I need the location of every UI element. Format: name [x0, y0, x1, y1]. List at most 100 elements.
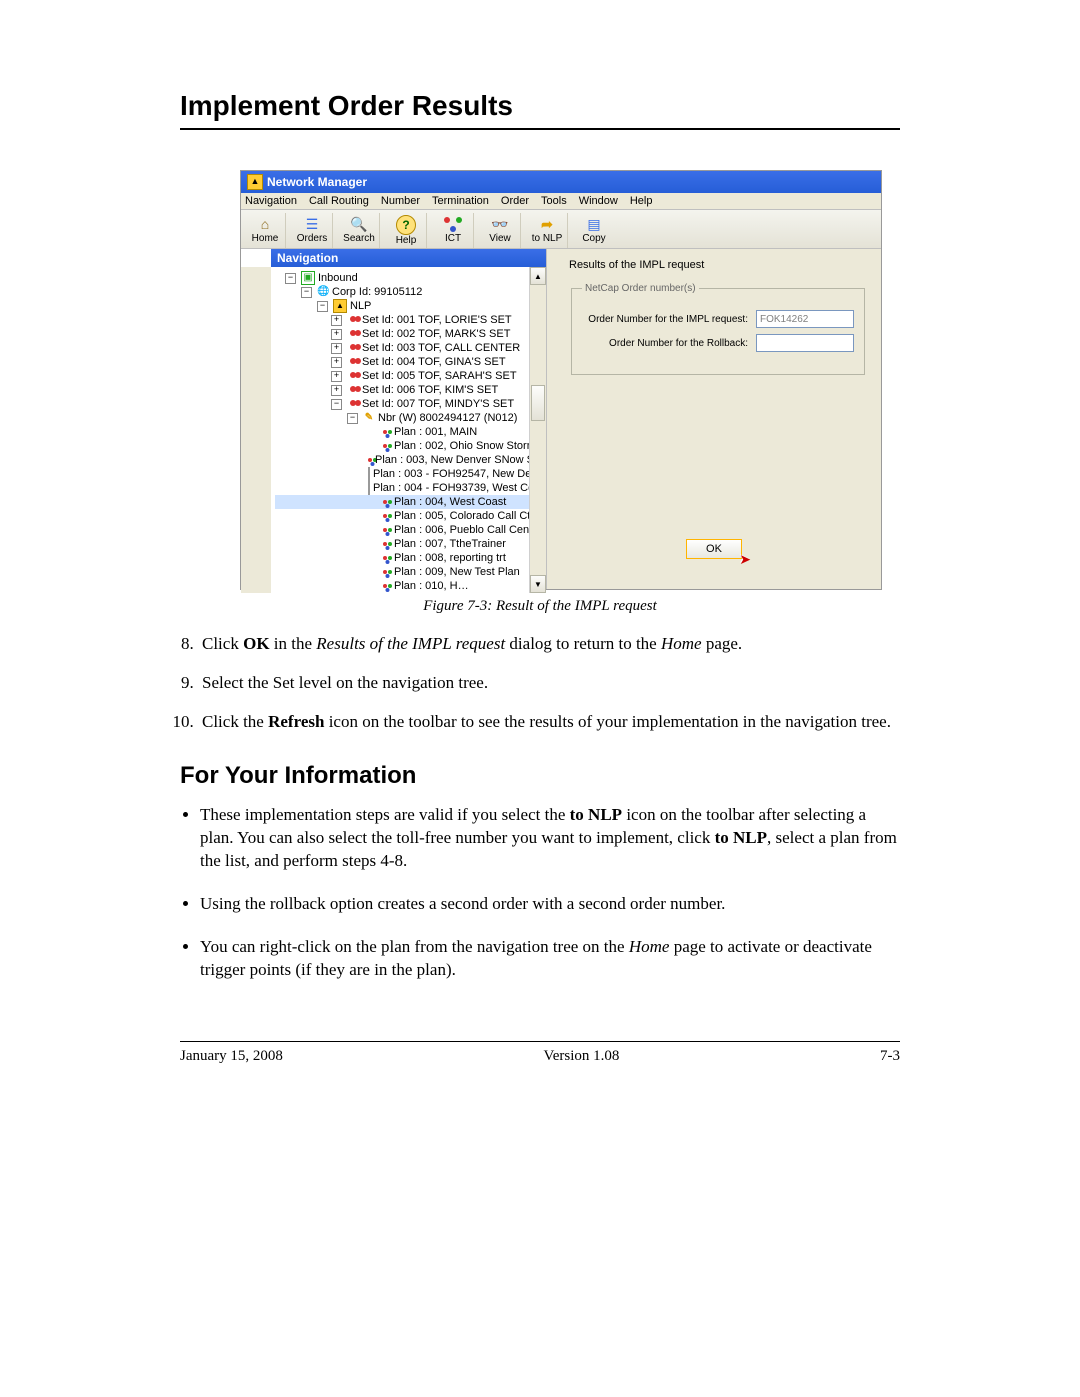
app-window: ▲ Network Manager Navigation Call Routin…: [240, 170, 882, 590]
tree-label: Set Id: 006 TOF, KIM'S SET: [362, 383, 498, 397]
collapse-icon[interactable]: −: [317, 301, 328, 312]
tree-label: Plan : 001, MAIN: [394, 425, 477, 439]
ok-button[interactable]: OK ➤: [686, 539, 742, 559]
tree-set[interactable]: − Set Id: 007 TOF, MINDY'S SET: [275, 397, 546, 411]
scroll-thumb[interactable]: [531, 385, 545, 421]
menu-tools[interactable]: Tools: [541, 195, 567, 207]
impl-order-input[interactable]: [756, 310, 854, 328]
titlebar: ▲ Network Manager: [241, 171, 881, 193]
tree-plan[interactable]: Plan : 006, Pueblo Call Center: [275, 523, 546, 537]
netcap-legend: NetCap Order number(s): [582, 283, 699, 294]
menu-call-routing[interactable]: Call Routing: [309, 195, 369, 207]
text: to NLP: [570, 805, 622, 824]
text: page.: [702, 634, 743, 653]
menu-window[interactable]: Window: [579, 195, 618, 207]
menu-order[interactable]: Order: [501, 195, 529, 207]
tree-plan[interactable]: Plan : 003 - FOH92547, New Denver SNo: [275, 467, 546, 481]
menu-termination[interactable]: Termination: [432, 195, 489, 207]
tree-label: Plan : 003, New Denver SNow Storm: [375, 453, 546, 467]
tree-plan-selected[interactable]: Plan : 004, West Coast: [275, 495, 546, 509]
text: Results of the IMPL request: [316, 634, 505, 653]
tree-set[interactable]: + Set Id: 006 TOF, KIM'S SET: [275, 383, 546, 397]
text: Home: [629, 937, 670, 956]
tree-label: Plan : 008, reporting trt: [394, 551, 506, 565]
tree-plan[interactable]: Plan : 004 - FOH93739, West Coast: [275, 481, 546, 495]
step-10: Click the Refresh icon on the toolbar to…: [198, 711, 900, 734]
scroll-up-icon[interactable]: ▲: [530, 267, 546, 285]
tree-plan[interactable]: Plan : 008, reporting trt: [275, 551, 546, 565]
toolbar-to-nlp[interactable]: ➦ to NLP: [527, 213, 568, 248]
toolbar-ict[interactable]: ICT: [433, 213, 474, 248]
menu-number[interactable]: Number: [381, 195, 420, 207]
set-icon: [347, 328, 359, 340]
fyi-bullet-1: These implementation steps are valid if …: [200, 804, 900, 873]
text: Refresh: [268, 712, 324, 731]
tree-inbound[interactable]: − ▣ Inbound: [275, 271, 546, 285]
tree-label: Plan : 007, TtheTrainer: [394, 537, 506, 551]
tree-scrollbar[interactable]: ▲ ▼: [529, 267, 546, 593]
tree-nbr[interactable]: − ✎ Nbr (W) 8002494127 (N012): [275, 411, 546, 425]
toolbar-label: Orders: [297, 233, 328, 244]
expand-icon[interactable]: +: [331, 329, 342, 340]
tree-nlp[interactable]: − ▲ NLP: [275, 299, 546, 313]
tree-set[interactable]: + Set Id: 004 TOF, GINA'S SET: [275, 355, 546, 369]
instruction-steps: Click OK in the Results of the IMPL requ…: [198, 633, 900, 734]
plan-icon: [368, 454, 372, 466]
tree-label: Set Id: 003 TOF, CALL CENTER: [362, 341, 520, 355]
toolbar-view[interactable]: 👓 View: [480, 213, 521, 248]
tree-plan[interactable]: Plan : 007, TtheTrainer: [275, 537, 546, 551]
tree-set[interactable]: + Set Id: 001 TOF, LORIE'S SET: [275, 313, 546, 327]
toolbar-copy[interactable]: ▤ Copy: [574, 213, 614, 248]
tree-set[interactable]: + Set Id: 002 TOF, MARK'S SET: [275, 327, 546, 341]
fyi-bullet-3: You can right-click on the plan from the…: [200, 936, 900, 982]
set-icon: [347, 356, 359, 368]
collapse-icon[interactable]: −: [301, 287, 312, 298]
tree-plan[interactable]: Plan : 002, Ohio Snow Storm: [275, 439, 546, 453]
toolbar-home[interactable]: ⌂ Home: [245, 213, 286, 248]
page-footer: January 15, 2008 Version 1.08 7-3: [180, 1048, 900, 1065]
step-8: Click OK in the Results of the IMPL requ…: [198, 633, 900, 656]
toolbar-orders[interactable]: ☰ Orders: [292, 213, 333, 248]
tree-corp[interactable]: − 🌐 Corp Id: 99105112: [275, 285, 546, 299]
rollback-order-input[interactable]: [756, 334, 854, 352]
scroll-down-icon[interactable]: ▼: [530, 575, 546, 593]
collapse-icon[interactable]: −: [331, 399, 342, 410]
navigation-tree: − ▣ Inbound − 🌐 Corp Id: 99105112: [271, 267, 546, 593]
set-icon: [347, 314, 359, 326]
embedded-screenshot: ▲ Network Manager Navigation Call Routin…: [240, 170, 900, 590]
scroll-track[interactable]: [530, 285, 546, 575]
toolbar-label: ICT: [445, 233, 461, 244]
ok-label: OK: [706, 543, 722, 555]
expand-icon[interactable]: +: [331, 371, 342, 382]
tree-plan-cut[interactable]: Plan : 010, H…: [275, 579, 546, 593]
toolbar-label: Copy: [582, 233, 605, 244]
menu-help[interactable]: Help: [630, 195, 653, 207]
tree-label: Set Id: 004 TOF, GINA'S SET: [362, 355, 506, 369]
tree-set[interactable]: + Set Id: 003 TOF, CALL CENTER: [275, 341, 546, 355]
expand-icon[interactable]: +: [331, 357, 342, 368]
search-icon: 🔍: [348, 215, 370, 233]
collapse-icon[interactable]: −: [285, 273, 296, 284]
toolbar-search[interactable]: 🔍 Search: [339, 213, 380, 248]
tree-label: Plan : 005, Colorado Call Ctr: [394, 509, 534, 523]
tree-plan[interactable]: Plan : 001, MAIN: [275, 425, 546, 439]
collapse-icon[interactable]: −: [347, 413, 358, 424]
plan-file-icon: [368, 481, 370, 495]
tree-plan[interactable]: Plan : 009, New Test Plan: [275, 565, 546, 579]
view-icon: 👓: [489, 215, 511, 233]
expand-icon[interactable]: +: [331, 315, 342, 326]
toolbar: ⌂ Home ☰ Orders 🔍 Search ? Help: [241, 210, 881, 249]
tree-plan[interactable]: Plan : 003, New Denver SNow Storm: [275, 453, 546, 467]
tree-set[interactable]: + Set Id: 005 TOF, SARAH'S SET: [275, 369, 546, 383]
folder-icon: ▲: [333, 299, 347, 313]
tree-label: Nbr (W) 8002494127 (N012): [378, 411, 517, 425]
to-nlp-icon: ➦: [536, 215, 558, 233]
results-title: Results of the IMPL request: [569, 259, 867, 271]
tree-plan[interactable]: Plan : 005, Colorado Call Ctr: [275, 509, 546, 523]
menu-navigation[interactable]: Navigation: [245, 195, 297, 207]
toolbar-help[interactable]: ? Help: [386, 213, 427, 248]
tree-label: Plan : 003 - FOH92547, New Denver SNo: [373, 467, 546, 481]
expand-icon[interactable]: +: [331, 343, 342, 354]
expand-icon[interactable]: +: [331, 385, 342, 396]
plan-icon: [379, 538, 391, 550]
